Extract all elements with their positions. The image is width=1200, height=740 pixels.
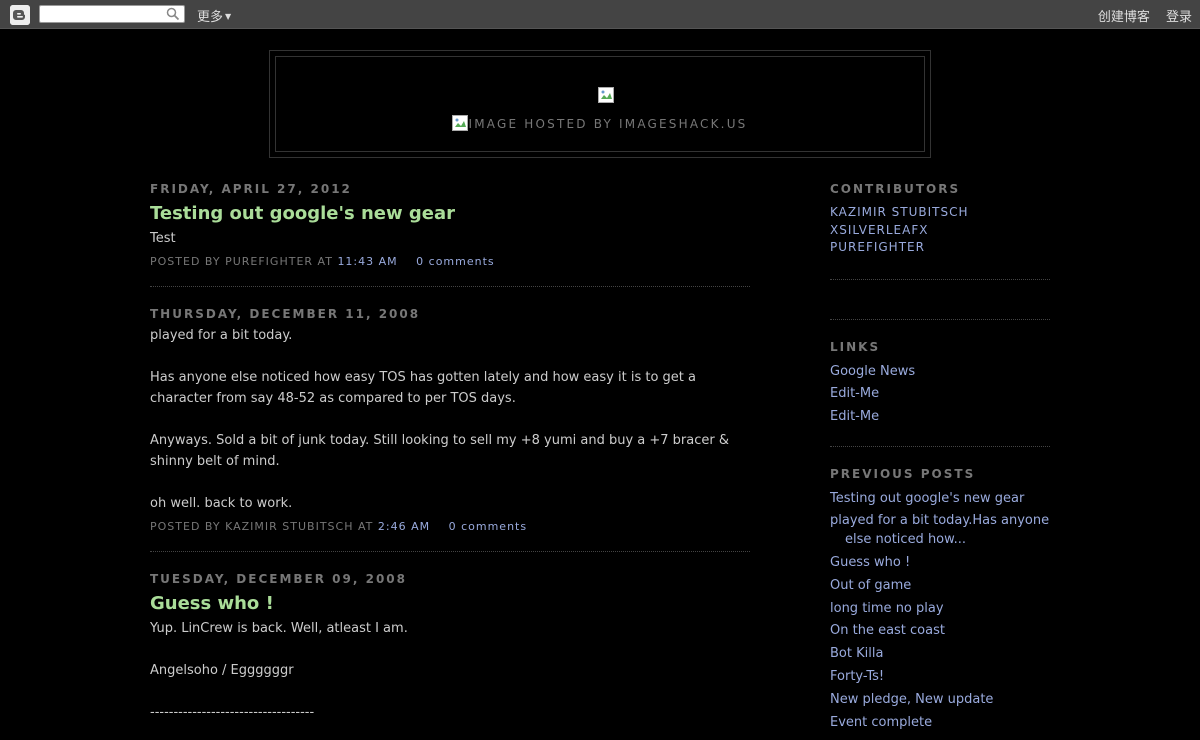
posted-by-label: Posted by — [150, 520, 221, 533]
post-time-link[interactable]: 11:43 AM — [337, 255, 397, 268]
post-paragraph: oh well. back to work. — [150, 496, 293, 511]
sidebar-divider — [830, 445, 1050, 447]
create-blog-link[interactable]: 创建博客 — [1098, 10, 1150, 25]
broken-image-icon — [452, 115, 469, 131]
post-paragraph: Angelsoho / Eggggggr — [150, 663, 294, 678]
previous-post-link[interactable]: long time no play — [830, 599, 1050, 618]
sidebar: Contributors Kazimir Stubitsch xSilverLe… — [830, 182, 1050, 735]
previous-posts-title: Previous Posts — [830, 466, 976, 481]
post-author: Purefighter — [225, 255, 314, 268]
navbar-search-input[interactable] — [39, 5, 185, 23]
previous-post-link[interactable]: On the east coast — [830, 621, 1050, 640]
navbar-more-label: 更多 — [197, 10, 224, 25]
sidebar-divider — [830, 318, 1050, 320]
previous-post-link[interactable]: played for a bit today.Has anyone else n… — [830, 511, 1050, 549]
comments-link[interactable]: 0 comments — [416, 255, 495, 268]
blogger-icon[interactable] — [10, 5, 30, 25]
sidebar-divider — [830, 278, 1050, 280]
previous-post-link[interactable]: Bot Killa — [830, 644, 1050, 663]
previous-post-link[interactable]: Out of game — [830, 576, 1050, 595]
post-date: Thursday, December 11, 2008 — [150, 307, 421, 321]
header-caption-text: Image hosted by ImageShack.us — [468, 117, 748, 131]
post-paragraph: Yup. LinCrew is back. Well, atleast I am… — [150, 621, 408, 636]
post-body: Yup. LinCrew is back. Well, atleast I am… — [150, 618, 750, 723]
contributors-list: Kazimir Stubitsch xSilverLeafx Purefight… — [830, 204, 1050, 257]
contributors-title: Contributors — [830, 182, 961, 196]
header-caption[interactable]: Image hosted by ImageShack.us — [276, 115, 924, 131]
sidebar-link[interactable]: Edit-Me — [830, 407, 1050, 426]
contributor-link[interactable]: Purefighter — [830, 239, 1050, 257]
sidebar-link[interactable]: Edit-Me — [830, 384, 1050, 403]
post-paragraph: Test — [150, 231, 176, 246]
links-title: Links — [830, 339, 881, 354]
post-body: played for a bit today. Has anyone else … — [150, 325, 750, 514]
post: Tuesday, December 09, 2008 Guess who ! Y… — [150, 572, 750, 723]
posted-by-label: Posted by — [150, 255, 221, 268]
sidebar-link[interactable]: Google News — [830, 362, 1050, 381]
post-footer: Posted by Purefighter at 11:43 AM 0 comm… — [150, 255, 750, 268]
blogger-navbar: 更多 ▼ 创建博客 登录 — [0, 0, 1200, 29]
post-divider — [150, 286, 750, 287]
navbar-more-menu[interactable]: 更多 ▼ — [197, 6, 231, 25]
post-paragraph: Has anyone else noticed how easy TOS has… — [150, 370, 696, 406]
post-author: Kazimir Stubitsch — [225, 520, 354, 533]
caret-down-icon: ▼ — [225, 12, 232, 21]
post-title[interactable]: Guess who ! — [150, 593, 750, 614]
post-date: Tuesday, December 09, 2008 — [150, 572, 408, 586]
blog-header: Image hosted by ImageShack.us — [269, 50, 931, 158]
links-list: Google News Edit-Me Edit-Me — [830, 362, 1050, 426]
post-time-link[interactable]: 2:46 AM — [378, 520, 430, 533]
contributor-link[interactable]: Kazimir Stubitsch — [830, 204, 1050, 222]
post-paragraph: Anyways. Sold a bit of junk today. Still… — [150, 433, 729, 469]
login-link[interactable]: 登录 — [1166, 10, 1192, 25]
contributor-link[interactable]: xSilverLeafx — [830, 222, 1050, 240]
blog-header-inner: Image hosted by ImageShack.us — [275, 56, 925, 152]
post-title[interactable]: Testing out google's new gear — [150, 203, 750, 224]
previous-posts-list: Testing out google's new gear played for… — [830, 489, 1050, 732]
previous-post-link[interactable]: Guess who ! — [830, 553, 1050, 572]
main-column: Friday, April 27, 2012 Testing out googl… — [150, 182, 750, 723]
search-icon[interactable] — [166, 7, 180, 21]
post-date: Friday, April 27, 2012 — [150, 182, 352, 196]
post-body: Test — [150, 228, 750, 249]
at-label: at — [317, 255, 333, 268]
post-paragraph: ----------------------------------- — [150, 705, 315, 720]
post: Thursday, December 11, 2008 played for a… — [150, 307, 750, 533]
broken-image-icon — [598, 87, 614, 103]
post-divider — [150, 551, 750, 552]
post-footer: Posted by Kazimir Stubitsch at 2:46 AM 0… — [150, 520, 750, 533]
previous-post-link[interactable]: Forty-Ts! — [830, 667, 1050, 686]
post-paragraph: played for a bit today. — [150, 328, 293, 343]
at-label: at — [357, 520, 374, 533]
previous-post-link[interactable]: New pledge, New update — [830, 690, 1050, 709]
previous-post-link[interactable]: Event complete — [830, 713, 1050, 732]
previous-post-link[interactable]: Testing out google's new gear — [830, 489, 1050, 508]
post: Friday, April 27, 2012 Testing out googl… — [150, 182, 750, 268]
comments-link[interactable]: 0 comments — [449, 520, 528, 533]
